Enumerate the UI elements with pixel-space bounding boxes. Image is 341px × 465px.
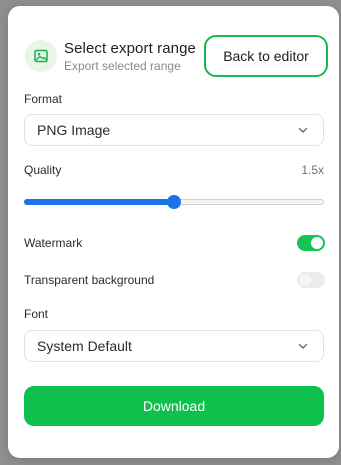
slider-fill bbox=[24, 199, 174, 205]
slider-thumb[interactable] bbox=[167, 195, 181, 209]
format-label: Format bbox=[24, 92, 63, 106]
quality-value: 1.5x bbox=[301, 163, 324, 177]
quality-slider[interactable] bbox=[24, 195, 324, 209]
toggle-knob bbox=[311, 237, 323, 249]
panel-title: Select export range bbox=[64, 40, 196, 57]
chevron-down-icon bbox=[298, 127, 308, 133]
image-icon bbox=[25, 40, 57, 72]
format-select[interactable]: PNG Image bbox=[24, 114, 324, 146]
format-selected-value: PNG Image bbox=[37, 122, 111, 138]
transparent-background-toggle[interactable] bbox=[297, 272, 325, 288]
watermark-toggle[interactable] bbox=[297, 235, 325, 251]
transparent-background-label: Transparent background bbox=[24, 273, 155, 287]
font-label: Font bbox=[24, 307, 49, 321]
font-select[interactable]: System Default bbox=[24, 330, 324, 362]
chevron-down-icon bbox=[298, 343, 308, 349]
export-panel: Select export range Export selected rang… bbox=[8, 6, 339, 458]
font-selected-value: System Default bbox=[37, 338, 132, 354]
panel-subtitle: Export selected range bbox=[64, 59, 181, 73]
back-to-editor-button[interactable]: Back to editor bbox=[204, 35, 328, 77]
download-button[interactable]: Download bbox=[24, 386, 324, 426]
watermark-label: Watermark bbox=[24, 236, 83, 250]
toggle-knob bbox=[299, 274, 311, 286]
quality-label: Quality bbox=[24, 163, 62, 177]
